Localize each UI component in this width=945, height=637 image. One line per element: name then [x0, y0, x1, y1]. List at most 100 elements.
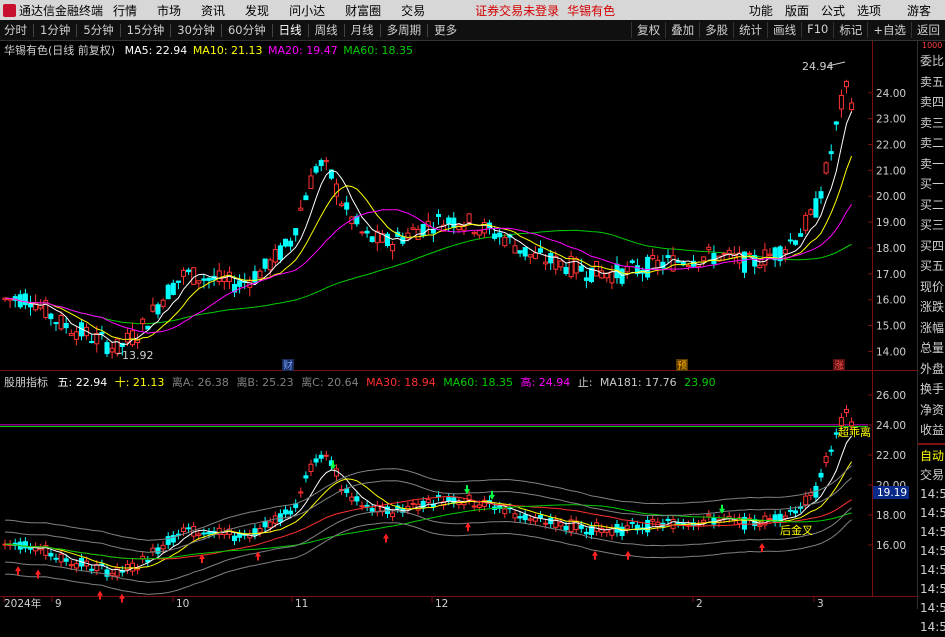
candle-body [828, 151, 834, 155]
sub-candle-body [410, 502, 416, 505]
side-lower-item-7: 14:56 [920, 581, 945, 596]
sub-candle-body [517, 516, 523, 519]
sub-candle-body [767, 518, 773, 521]
candle-body [563, 267, 569, 274]
sub-candle-body [359, 505, 365, 508]
candle-body [130, 330, 135, 346]
sub-candle-body [706, 514, 712, 517]
candle-body [578, 265, 584, 272]
quote-side-panel: 1000 委比 卖五 卖四 卖三 卖二 卖一 买一 买二 买三 买四 买五 现价 涨跌 涨幅 总量 外盘 换手净… [917, 41, 945, 634]
side-item-6: 买一 [920, 177, 945, 191]
kline-chart[interactable]: 24.00 23.00 22.00 21.00 20.00 19.00 18.00 17.00… [0, 0, 917, 609]
candle-body [492, 233, 498, 239]
candle-body [170, 282, 176, 295]
marker-finance[interactable]: 财 [283, 359, 293, 372]
candle-body [109, 347, 115, 353]
sub-candle-body [808, 492, 814, 496]
sub-candle-body [757, 524, 763, 527]
sub-val-last: 23.90 [684, 376, 716, 389]
candle-body [104, 342, 110, 355]
buy-arrow-3 [119, 593, 125, 603]
sub-candle-body [369, 508, 375, 512]
candle-body [369, 236, 375, 242]
marker-forecast[interactable]: 预 [677, 360, 687, 372]
x-tick-6: 3 [817, 598, 824, 609]
sub-candle-body [160, 544, 166, 550]
buy-arrow-0 [15, 566, 21, 576]
overbought-annotation: 超乖离 [838, 425, 871, 439]
y-sub-tick-1: 24.00 [876, 420, 906, 432]
candle-body [186, 269, 192, 273]
candle-body [283, 238, 288, 247]
sub-candle-body [558, 522, 564, 527]
candle-body [155, 304, 161, 315]
candle-body [73, 331, 79, 340]
candle-body [838, 94, 844, 110]
sub-val-ma181: MA181: 17.76 [599, 376, 677, 389]
current-value-label: 19.19 [877, 487, 907, 499]
sub-candle-body [257, 527, 263, 533]
candle-body [476, 230, 482, 236]
sub-candle-body [232, 535, 237, 542]
candle-body [28, 303, 33, 308]
candle-body [288, 240, 294, 247]
sub-candle-body [53, 557, 59, 560]
candle-body [645, 256, 651, 278]
sub-candle-body [532, 517, 538, 522]
side-lower-item-1[interactable]: 交易 [918, 466, 945, 485]
sub-candle-body [803, 495, 809, 506]
candle-body [548, 252, 554, 264]
candle-body [339, 203, 345, 207]
x-tick-2: 10 [176, 598, 189, 609]
candle-body [272, 249, 278, 263]
side-item-18: 收益 [920, 423, 945, 437]
candle-body [675, 260, 681, 263]
candle-body [619, 268, 625, 284]
sub-candle-body [262, 520, 268, 528]
side-item-9: 买四 [920, 238, 945, 253]
candle-body [497, 232, 503, 238]
candle-body [818, 191, 824, 199]
sub-candle-body [323, 454, 329, 457]
sub-candle-body [313, 458, 319, 463]
candle-body [58, 314, 64, 330]
side-lower-item-6: 14:56 [920, 562, 945, 577]
marker-rise[interactable]: 涨 [834, 360, 844, 372]
y-main-tick-3: 21.00 [876, 165, 906, 177]
candle-body [594, 260, 600, 277]
candle-body [63, 323, 69, 329]
candle-body [558, 260, 564, 268]
candle-body [344, 202, 350, 210]
sub-candle-body [303, 475, 309, 479]
sub-chart-title: 股朋指标 [4, 376, 48, 389]
candle-body [140, 318, 146, 324]
sub-candle-body [594, 522, 600, 532]
candle-body [808, 209, 814, 215]
candle-body [160, 299, 166, 307]
sub-candle-body [155, 547, 161, 554]
candle-body [451, 217, 457, 229]
sub-chart-legend: 股朋指标 五: 22.94 十: 21.13 离A: 26.38 离B: 25.… [4, 374, 722, 390]
candle-body [196, 280, 202, 284]
ma10-line [4, 155, 853, 341]
candle-body [522, 247, 528, 257]
sub-candle-body [583, 531, 589, 535]
buy-arrow-8 [592, 550, 598, 560]
candle-body [573, 257, 579, 274]
sub-candle-body [109, 572, 115, 576]
side-lower-item-0[interactable]: 自动 [918, 447, 945, 466]
side-item-13: 涨幅 [920, 320, 945, 335]
candle-body [512, 245, 518, 254]
candle-body [68, 333, 74, 336]
sub-val-10: 十: 21.13 [114, 376, 165, 389]
sub-candle-body [476, 504, 482, 508]
sub-candle-body [283, 509, 288, 515]
y-main-tick-6: 18.00 [876, 243, 906, 255]
sub-candle-body [538, 514, 543, 518]
sub-candle-body [543, 522, 549, 525]
candle-body [721, 253, 727, 256]
sub-candle-body [63, 558, 69, 562]
buy-arrow-9 [625, 550, 631, 560]
side-item-2: 卖四 [920, 95, 945, 109]
x-tick-4: 12 [435, 598, 448, 609]
